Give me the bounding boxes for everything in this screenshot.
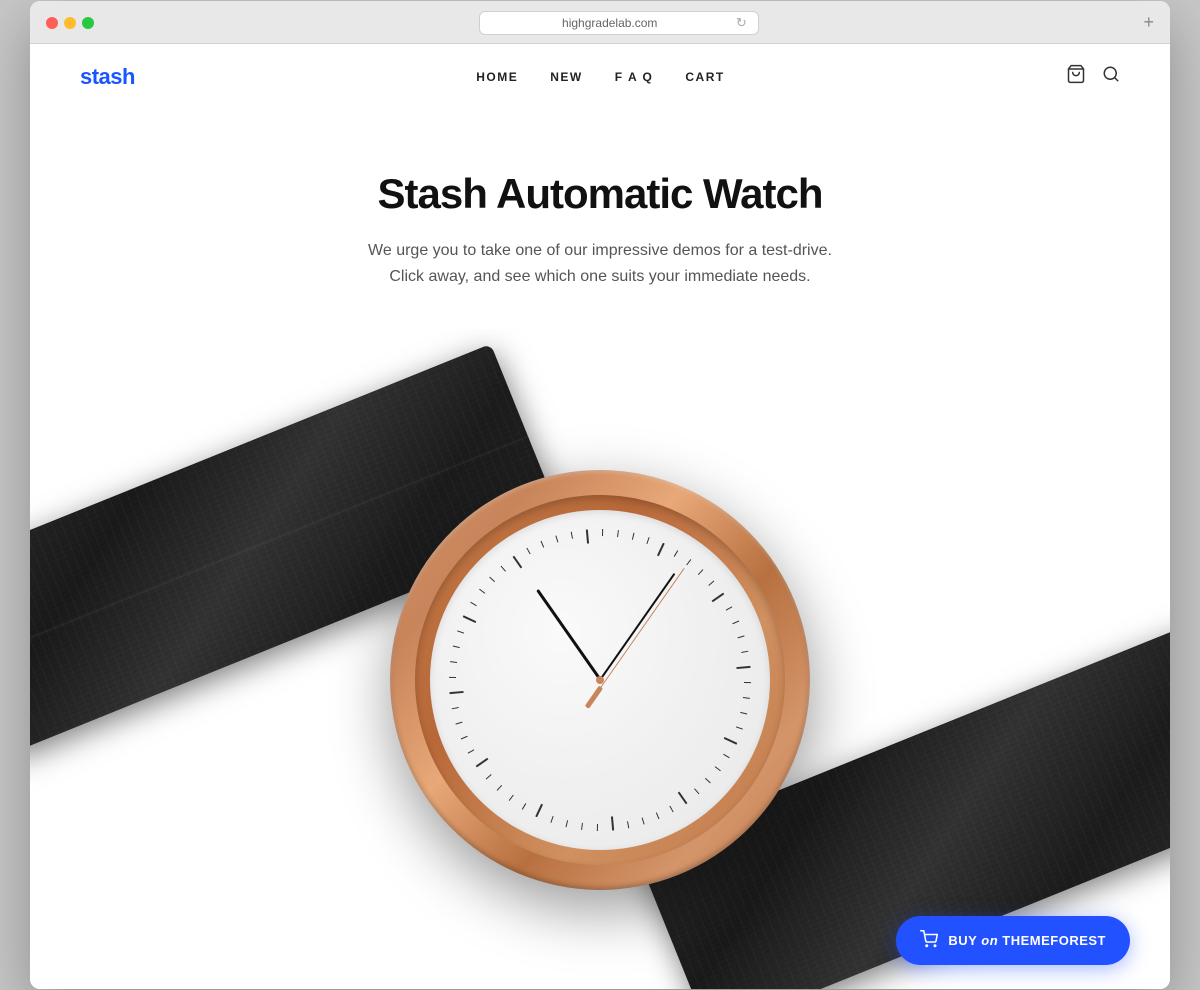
url-bar[interactable]: highgradelab.com (479, 11, 759, 35)
buy-button[interactable]: BUY on THEMEFOREST (896, 916, 1130, 965)
nav-icons (1066, 64, 1120, 89)
watch-case-inner: // This will be rendered via JS below (400, 480, 801, 881)
nav-faq[interactable]: F A Q (615, 70, 654, 84)
maximize-button[interactable] (82, 17, 94, 29)
minimize-button[interactable] (64, 17, 76, 29)
nav-links: HOME NEW F A Q CART (476, 68, 724, 86)
close-button[interactable] (46, 17, 58, 29)
nav-cart[interactable]: CART (685, 70, 724, 84)
browser-chrome: highgradelab.com ↻ + (30, 1, 1170, 44)
browser-traffic-lights (46, 17, 94, 29)
cart-icon-btn (920, 930, 938, 951)
new-tab-button[interactable]: + (1143, 12, 1154, 33)
nav-home[interactable]: HOME (476, 70, 518, 84)
hero-subtitle: We urge you to take one of our impressiv… (340, 238, 860, 289)
on-text: on (981, 933, 998, 948)
nav-new[interactable]: NEW (550, 70, 583, 84)
site-content: stash HOME NEW F A Q CART (30, 44, 1170, 989)
url-bar-wrapper: highgradelab.com ↻ (106, 11, 1131, 35)
watch-face: // This will be rendered via JS below (416, 496, 784, 864)
hero-title: Stash Automatic Watch (50, 170, 1150, 218)
cart-icon[interactable] (1066, 64, 1086, 89)
hero-section: Stash Automatic Watch We urge you to tak… (30, 110, 1170, 289)
logo[interactable]: stash (80, 64, 135, 90)
navbar: stash HOME NEW F A Q CART (30, 44, 1170, 110)
browser-window: highgradelab.com ↻ + stash HOME NEW F A … (30, 1, 1170, 989)
buy-label: BUY on THEMEFOREST (948, 933, 1106, 948)
watch-container: // This will be rendered via JS below (30, 329, 1170, 989)
search-icon[interactable] (1102, 65, 1120, 88)
refresh-button[interactable]: ↻ (736, 15, 747, 31)
